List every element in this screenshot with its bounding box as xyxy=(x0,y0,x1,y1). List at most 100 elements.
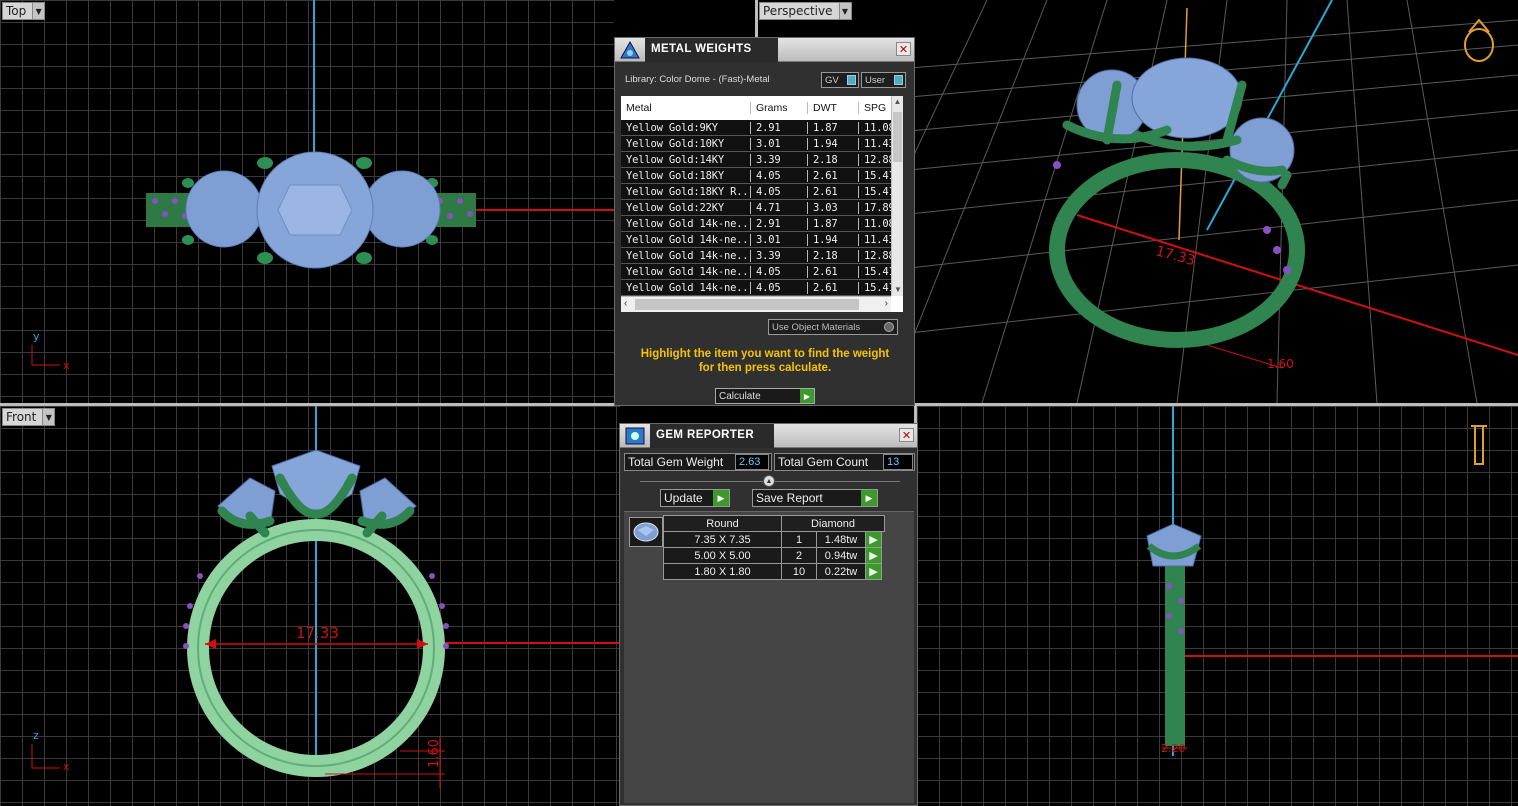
total-gem-weight-value: 2.63 xyxy=(735,454,769,470)
table-cell: 2.61 xyxy=(808,265,859,278)
svg-text:17.33: 17.33 xyxy=(296,624,339,642)
metal-weights-panel: METAL WEIGHTS ✕ Library: Color Dome - (F… xyxy=(614,37,915,406)
column-header[interactable]: Grams xyxy=(751,102,808,114)
table-cell: Yellow Gold 14k-ne... xyxy=(621,217,751,230)
svg-text:17.33: 17.33 xyxy=(1154,243,1197,269)
table-row[interactable]: Yellow Gold:9KY 2.91 1.87 11.08 xyxy=(621,120,903,136)
metal-table-horizontal-scrollbar[interactable]: ‹ › xyxy=(621,296,891,312)
table-cell: 11.43 xyxy=(859,137,893,150)
metal-table-vertical-scrollbar[interactable]: ▲ ▼ xyxy=(891,96,903,296)
gem-row[interactable]: 7.35 X 7.35 1 1.48tw ▶ xyxy=(663,531,885,548)
table-cell: 4.05 xyxy=(751,281,808,294)
gem-row[interactable]: 5.00 X 5.00 2 0.94tw ▶ xyxy=(663,547,885,564)
gem-qty-cell: 1 xyxy=(781,531,817,548)
table-row[interactable]: Yellow Gold 14k-ne... 3.39 2.18 12.88 xyxy=(621,248,903,264)
table-cell: Yellow Gold:10KY xyxy=(621,137,751,150)
ring-orientation-icon xyxy=(1464,18,1494,62)
update-button[interactable]: Update ▶ xyxy=(660,489,730,507)
table-cell: 1.94 xyxy=(808,137,859,150)
table-cell: 2.61 xyxy=(808,169,859,182)
metal-table-header: Metal Grams DWT SPG xyxy=(621,96,903,120)
table-cell: 1.87 xyxy=(808,121,859,134)
front-view-model: 17.33 1.60 z x xyxy=(31,406,620,788)
svg-text:1.60: 1.60 xyxy=(1267,357,1294,371)
viewport-label-text: Top xyxy=(6,4,27,18)
gem-qty-cell: 2 xyxy=(781,547,817,564)
table-cell: Yellow Gold:9KY xyxy=(621,121,751,134)
chevron-down-icon[interactable]: ▼ xyxy=(32,3,45,19)
ring-side-icon xyxy=(1471,425,1487,465)
gem-size-cell: 1.80 X 1.80 xyxy=(663,563,782,580)
table-cell: 15.41 xyxy=(859,265,893,278)
table-cell: 11.08 xyxy=(859,217,893,230)
metal-weights-titlebar[interactable]: METAL WEIGHTS ✕ xyxy=(615,37,914,62)
gem-reporter-titlebar[interactable]: GEM REPORTER ✕ xyxy=(620,423,917,448)
table-cell: 2.91 xyxy=(751,121,808,134)
viewport-right[interactable]: 2.20 xyxy=(917,406,1518,806)
table-cell: Yellow Gold:18KY xyxy=(621,169,751,182)
svg-text:1.60: 1.60 xyxy=(427,739,442,768)
table-row[interactable]: Yellow Gold:18KY 4.05 2.61 15.41 xyxy=(621,168,903,184)
use-object-materials-toggle[interactable]: Use Object Materials xyxy=(768,319,898,335)
table-cell: Yellow Gold:18KY R... xyxy=(621,185,751,198)
column-header[interactable]: SPG xyxy=(859,102,893,114)
gem-table[interactable]: Round Diamond 7.35 X 7.35 1 1.48tw ▶ 5.00 X … xyxy=(663,515,885,580)
save-report-button[interactable]: Save Report ▶ xyxy=(752,489,878,507)
table-cell: 2.18 xyxy=(808,249,859,262)
table-cell: Yellow Gold:22KY xyxy=(621,201,751,214)
viewport-label-front[interactable]: Front ▼ xyxy=(2,408,56,426)
svg-text:2.20: 2.20 xyxy=(1161,742,1186,755)
table-row[interactable]: Yellow Gold 14k-ne... 3.01 1.94 11.43 xyxy=(621,232,903,248)
column-header[interactable]: DWT xyxy=(808,102,859,114)
table-cell: 2.61 xyxy=(808,281,859,294)
gem-reporter-logo-icon xyxy=(624,426,646,446)
table-cell: 17.89 xyxy=(859,201,893,214)
top-view-model: y x xyxy=(31,0,614,372)
viewport-front[interactable]: Front ▼ 17.33 1.60 z x xyxy=(0,406,620,806)
table-cell: 3.01 xyxy=(751,137,808,150)
table-cell: 4.05 xyxy=(751,265,808,278)
column-header[interactable]: Metal xyxy=(621,102,751,114)
close-icon[interactable]: ✕ xyxy=(896,42,911,56)
table-row[interactable]: Yellow Gold 14k-ne... 4.05 2.61 15.41 xyxy=(621,280,903,296)
gv-toggle[interactable]: GV xyxy=(821,72,859,88)
table-cell: Yellow Gold 14k-ne... xyxy=(621,249,751,262)
gem-row[interactable]: 1.80 X 1.80 10 0.22tw ▶ xyxy=(663,563,885,580)
svg-text:y: y xyxy=(33,330,40,343)
metal-weights-logo-icon xyxy=(619,40,641,60)
viewport-label-text: Front xyxy=(6,410,37,424)
metal-table[interactable]: Metal Grams DWT SPG Yellow Gold:9KY 2.91 1.87… xyxy=(621,96,903,312)
table-row[interactable]: Yellow Gold 14k-ne... 4.05 2.61 15.41 xyxy=(621,264,903,280)
play-arrow-icon: ▶ xyxy=(861,490,877,506)
play-arrow-icon[interactable]: ▶ xyxy=(865,563,882,580)
viewport-label-perspective[interactable]: Perspective ▼ xyxy=(759,2,852,20)
play-arrow-icon[interactable]: ▶ xyxy=(865,547,882,564)
table-row[interactable]: Yellow Gold:22KY 4.71 3.03 17.89 xyxy=(621,200,903,216)
table-row[interactable]: Yellow Gold:18KY R... 4.05 2.61 15.41 xyxy=(621,184,903,200)
table-cell: 2.61 xyxy=(808,185,859,198)
chevron-down-icon[interactable]: ▼ xyxy=(838,3,851,19)
table-cell: 3.39 xyxy=(751,153,808,166)
table-cell: 4.05 xyxy=(751,169,808,182)
collapse-toggle-icon[interactable]: ▲ xyxy=(763,475,775,487)
chevron-down-icon[interactable]: ▼ xyxy=(42,409,55,425)
gem-reporter-panel: GEM REPORTER ✕ Total Gem Weight 2.63 Tot… xyxy=(619,423,918,806)
viewport-label-text: Perspective xyxy=(763,4,833,18)
table-cell: 11.08 xyxy=(859,121,893,134)
table-cell: 1.87 xyxy=(808,217,859,230)
close-icon[interactable]: ✕ xyxy=(899,428,914,442)
play-arrow-icon[interactable]: ▶ xyxy=(865,531,882,548)
viewport-top[interactable]: Top ▼ y x xyxy=(0,0,614,403)
viewport-label-top[interactable]: Top ▼ xyxy=(2,2,46,20)
calculate-button[interactable]: Calculate ▶ xyxy=(715,388,815,404)
user-toggle[interactable]: User xyxy=(861,72,906,88)
table-row[interactable]: Yellow Gold 14k-ne... 2.91 1.87 11.08 xyxy=(621,216,903,232)
table-row[interactable]: Yellow Gold:10KY 3.01 1.94 11.43 xyxy=(621,136,903,152)
table-cell: 15.41 xyxy=(859,185,893,198)
table-row[interactable]: Yellow Gold:14KY 3.39 2.18 12.88 xyxy=(621,152,903,168)
table-cell: 15.41 xyxy=(859,281,893,294)
table-cell: 3.03 xyxy=(808,201,859,214)
gem-weight-cell: 1.48tw xyxy=(816,531,866,548)
round-gem-icon xyxy=(629,517,663,547)
table-cell: 3.39 xyxy=(751,249,808,262)
